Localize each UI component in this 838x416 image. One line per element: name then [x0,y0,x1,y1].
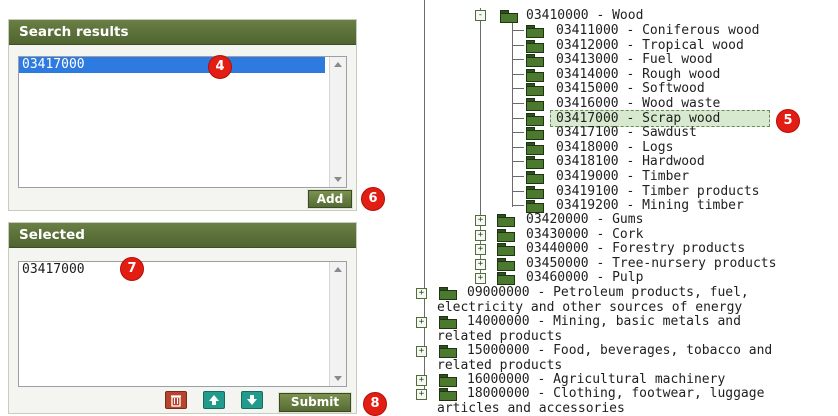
folder-icon [526,68,544,82]
tree-node-label: 03450000 - Tree-nursery products [526,255,777,271]
tree-node-label-cont: related products [437,357,563,373]
expand-icon[interactable]: + [416,288,427,299]
folder-icon [526,156,544,170]
folder-icon [526,171,544,184]
tree-node-15000000[interactable]: 15000000 - Food, beverages, tobacco and [467,343,772,358]
folder-icon [497,214,515,227]
tree-connector [424,0,425,400]
tree-connector [512,30,524,31]
tree-node-label: 03419200 - Mining timber [556,198,744,214]
tree-node-label: 03418100 - Hardwood [556,154,705,170]
tree-connector [512,146,524,148]
tree-node-label-cont: electricity and other sources of energy [437,299,743,315]
tree-node-label: 03411000 - Coniferous wood [556,23,760,38]
folder-icon [526,127,544,141]
expand-icon[interactable]: + [475,273,486,285]
tree-connector [512,59,524,61]
expand-icon[interactable]: + [475,244,486,256]
tree-node-label: 03414000 - Rough wood [556,66,721,82]
folder-icon [526,83,544,97]
folder-icon [526,54,544,68]
tree-connector [512,103,524,104]
tree-node-label: 03440000 - Forestry products [526,241,746,257]
tree-connector [512,22,513,207]
tree-connector [512,205,524,207]
expand-icon[interactable]: + [416,346,427,357]
expand-icon[interactable]: + [475,258,486,270]
tree-node-label: 03413000 - Fuel wood [556,52,713,68]
folder-icon [439,374,457,387]
tree-node-label-cont: related products [437,328,563,344]
tree-connector [512,161,524,163]
expand-icon[interactable]: + [475,215,486,226]
tree-connector [512,117,524,119]
folder-icon [497,257,515,271]
folder-icon [439,287,457,300]
folder-icon [497,272,515,286]
tree-connector [512,73,524,75]
folder-icon [526,98,544,111]
tree-node-label: 03417100 - Sawdust [556,125,697,141]
tree-node-label: 03419000 - Timber [556,169,690,184]
folder-icon [497,228,515,242]
expand-icon[interactable]: + [416,389,427,400]
tree-node-label: 03417000 - Scrap wood [556,110,721,126]
tree-connector [512,44,524,46]
folder-icon [526,25,544,38]
tree-node-label: 03420000 - Gums [526,212,644,227]
expand-icon[interactable]: + [475,229,486,241]
tree-connector [512,132,524,134]
folder-icon [439,388,457,401]
tree-node-label-cont: articles and accessories [437,400,625,416]
tree-connector [512,176,524,177]
tree-node-09000000[interactable]: 09000000 - Petroleum products, fuel, [467,285,749,300]
folder-icon [439,345,457,358]
tree-node-label: 03418000 - Logs [556,139,674,155]
collapse-icon[interactable]: - [475,10,486,21]
tree-connector [512,190,524,192]
folder-icon [526,200,544,214]
tree-node-label: 03430000 - Cork [526,226,644,242]
tree-node-label: 03412000 - Tropical wood [556,37,744,53]
tree-node-label: 03419100 - Timber products [556,183,760,199]
folder-icon [497,243,515,257]
folder-icon [439,316,457,329]
tree-node-18000000[interactable]: 18000000 - Clothing, footwear, luggage [467,386,764,401]
category-tree: - 03410000 - Wood 03411000 - Coniferous … [0,0,838,416]
folder-icon [526,141,544,155]
folder-icon [526,112,544,126]
folder-open-icon [500,10,518,23]
folder-icon [526,39,544,53]
expand-icon[interactable]: + [416,317,427,328]
tree-node-16000000[interactable]: 16000000 - Agricultural machinery [467,372,725,387]
expand-icon[interactable]: + [416,375,427,386]
tree-node-14000000[interactable]: 14000000 - Mining, basic metals and [467,314,741,329]
tree-node-label: 03415000 - Softwood [556,81,705,97]
tree-connector [512,88,524,90]
folder-icon [526,185,544,199]
tree-node-label: 03460000 - Pulp [526,270,644,286]
